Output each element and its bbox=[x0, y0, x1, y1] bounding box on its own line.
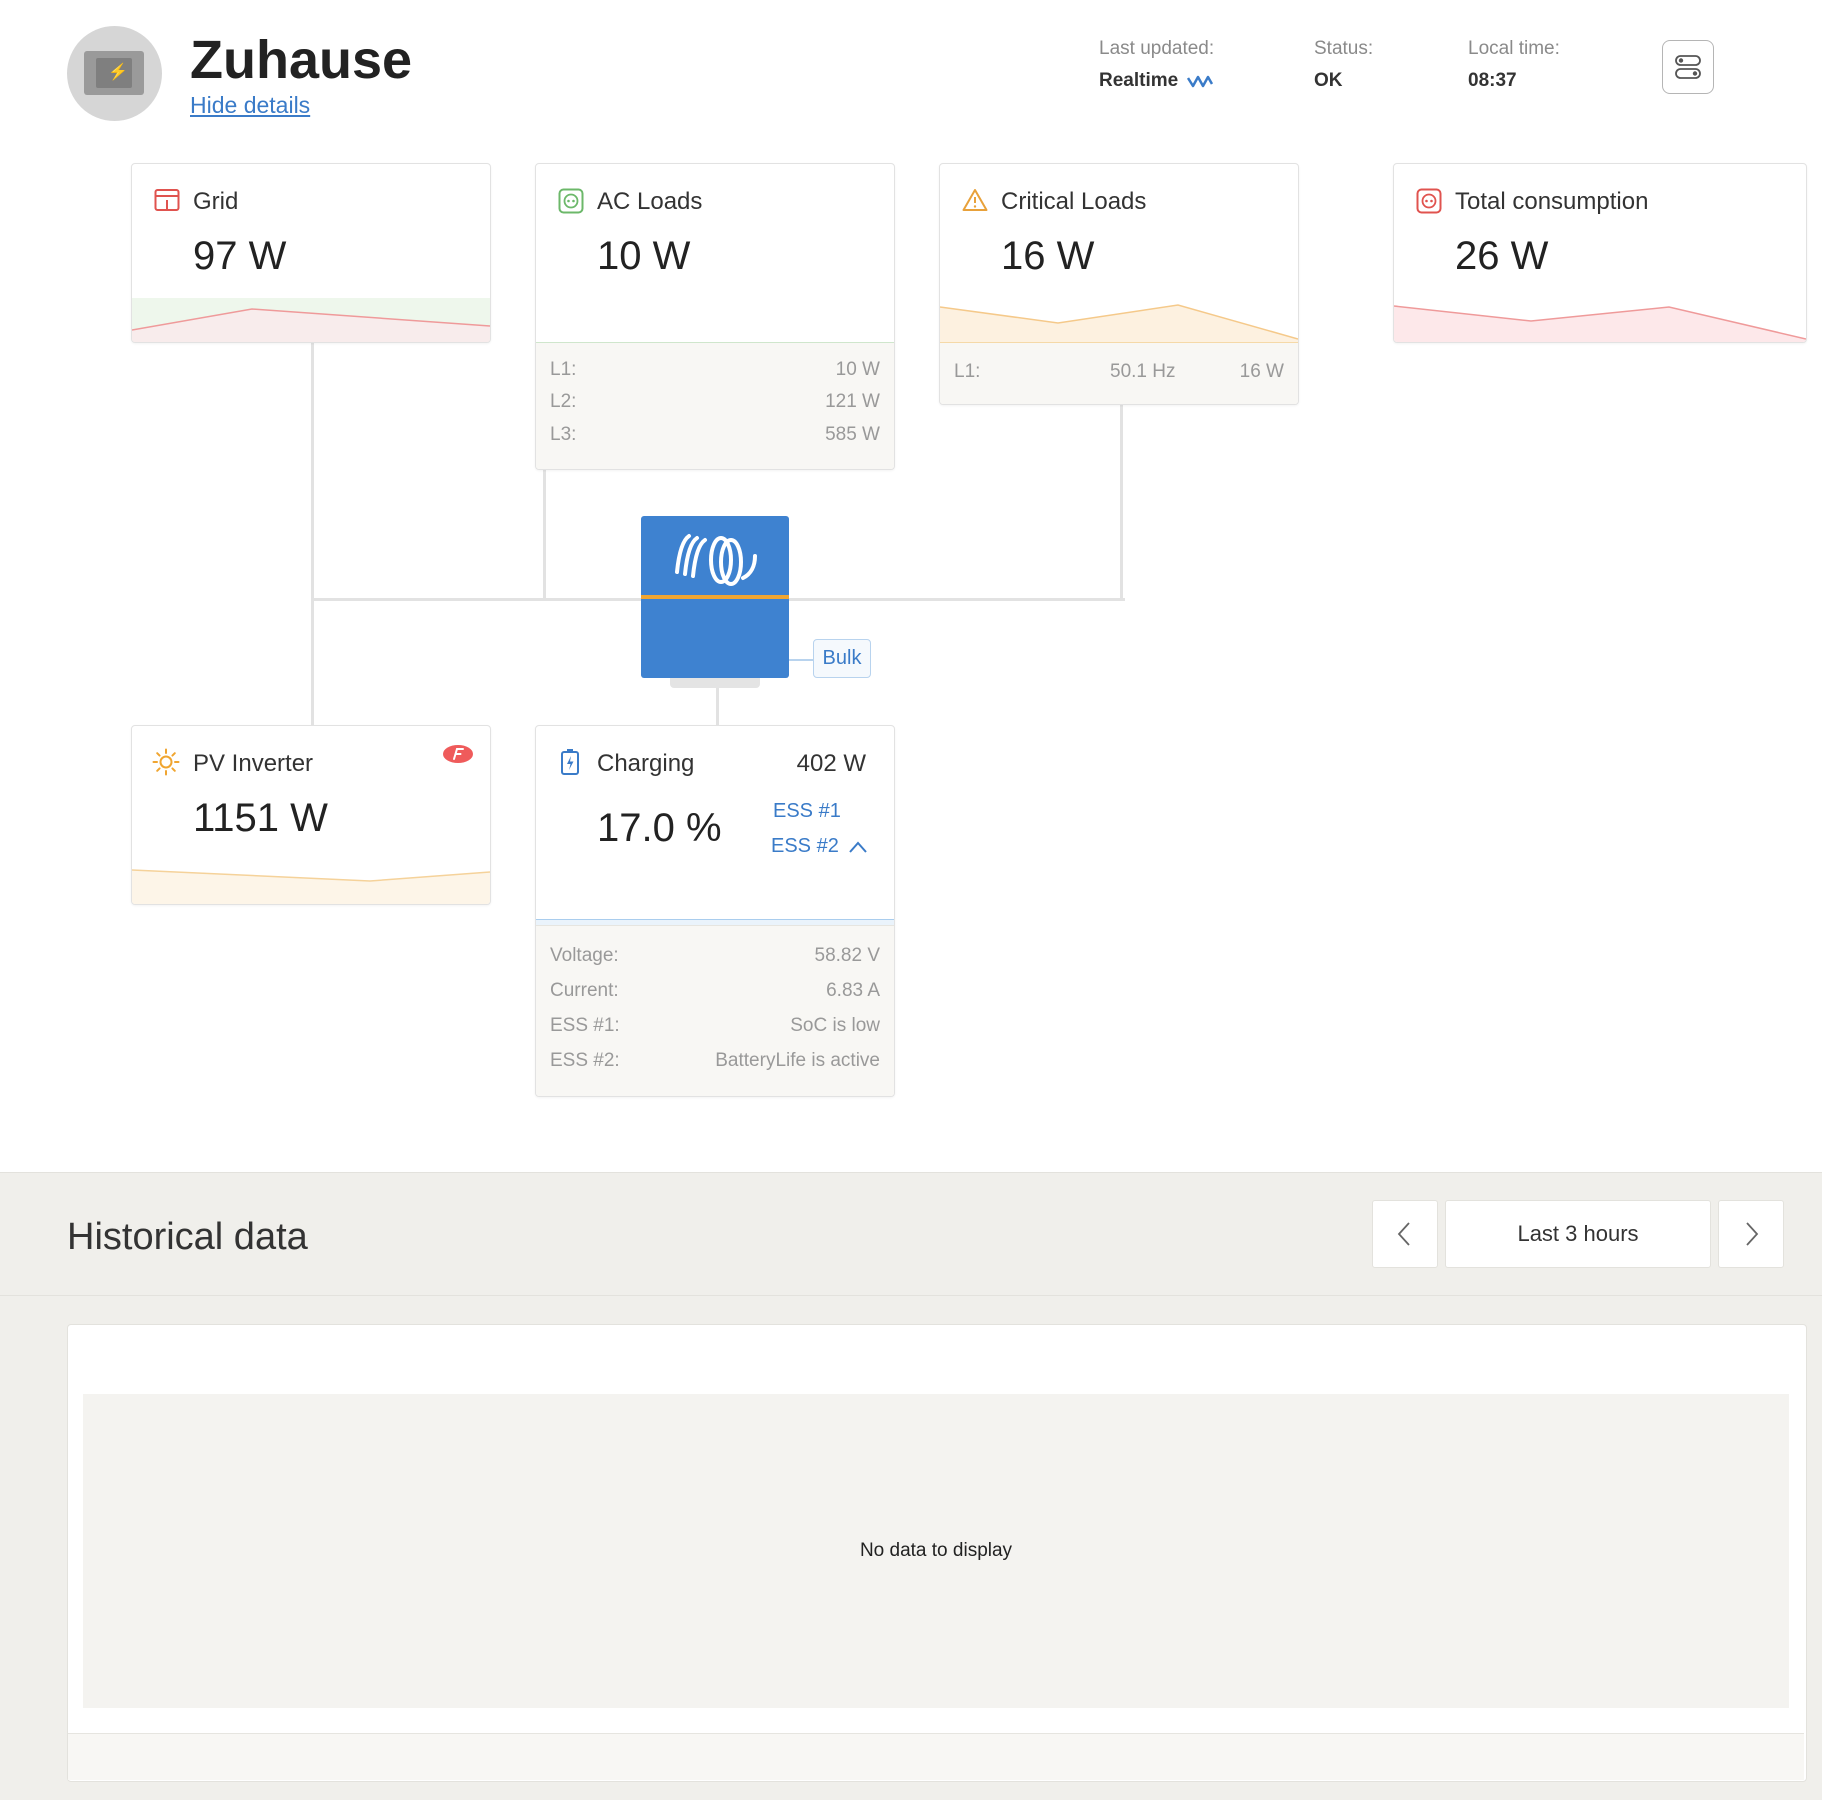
chevron-left-icon bbox=[1397, 1222, 1410, 1246]
hide-details-link[interactable]: Hide details bbox=[190, 92, 310, 119]
socket-icon bbox=[558, 188, 584, 214]
site-name: Zuhause bbox=[190, 30, 413, 90]
battery-title: Charging bbox=[597, 750, 695, 777]
ac-loads-title: AC Loads bbox=[597, 188, 703, 215]
bulk-connector bbox=[789, 659, 813, 661]
grid-title: Grid bbox=[193, 188, 239, 215]
ac-loads-value: 10 W bbox=[597, 234, 691, 278]
fronius-badge-icon bbox=[443, 745, 473, 763]
phase-row: L1: 50.1 Hz 16 W bbox=[954, 361, 1284, 382]
phase-row: L1: 10 W bbox=[550, 359, 880, 380]
time-range-selector[interactable]: Last 3 hours bbox=[1445, 1200, 1711, 1268]
ac-loads-card[interactable]: AC Loads 10 W L1: 10 W L2: 121 W L3: 585… bbox=[535, 163, 895, 470]
phase-row: L2: 121 W bbox=[550, 391, 880, 412]
total-consumption-title: Total consumption bbox=[1455, 188, 1649, 215]
settings-menu-button[interactable] bbox=[1662, 40, 1714, 94]
chevron-up-icon bbox=[849, 841, 868, 853]
plug-socket-icon bbox=[1416, 188, 1442, 214]
inverter-stripe bbox=[641, 595, 789, 599]
historical-title: Historical data bbox=[67, 1216, 308, 1258]
critical-loads-value: 16 W bbox=[1001, 234, 1095, 278]
grid-card[interactable]: Grid 97 W bbox=[131, 163, 491, 343]
ac-loads-phases: L1: 10 W L2: 121 W L3: 585 W bbox=[536, 342, 894, 469]
chevron-right-icon bbox=[1746, 1222, 1759, 1246]
critical-loads-card[interactable]: Critical Loads 16 W L1: 50.1 Hz 16 W bbox=[939, 163, 1299, 405]
ess1-link[interactable]: ESS #1 bbox=[773, 800, 841, 823]
critical-loads-phases: L1: 50.1 Hz 16 W bbox=[940, 342, 1298, 404]
battery-charging-icon bbox=[561, 749, 579, 775]
previous-range-button[interactable] bbox=[1372, 1200, 1438, 1268]
no-data-message: No data to display bbox=[859, 1540, 1013, 1561]
local-time-label: Local time: bbox=[1468, 38, 1560, 59]
last-updated-value: Realtime bbox=[1099, 70, 1214, 92]
critical-loads-title: Critical Loads bbox=[1001, 188, 1147, 215]
critical-loads-sparkline bbox=[940, 304, 1298, 342]
battery-detail-row: ESS #2: BatteryLife is active bbox=[550, 1050, 880, 1071]
battery-power: 402 W bbox=[796, 750, 866, 777]
inverter-base bbox=[670, 678, 760, 688]
bolt-icon: ⚡ bbox=[108, 64, 128, 81]
victron-logo-icon bbox=[675, 534, 757, 586]
phase-row: L3: 585 W bbox=[550, 424, 880, 445]
next-range-button[interactable] bbox=[1718, 1200, 1784, 1268]
pv-inverter-title: PV Inverter bbox=[193, 750, 314, 777]
realtime-wave-icon bbox=[1187, 75, 1214, 88]
battery-detail-row: Voltage: 58.82 V bbox=[550, 945, 880, 966]
pv-inverter-card[interactable]: PV Inverter 1151 W bbox=[131, 725, 491, 905]
historical-chart-footer bbox=[68, 1733, 1804, 1780]
pv-inverter-sparkline bbox=[132, 869, 490, 904]
battery-detail-row: Current: 6.83 A bbox=[550, 980, 880, 1001]
wire-ac-loads bbox=[543, 470, 546, 600]
battery-soc: 17.0 % bbox=[597, 806, 722, 850]
ess2-link[interactable]: ESS #2 bbox=[771, 835, 868, 858]
ess2-link-label: ESS #2 bbox=[771, 835, 839, 857]
last-updated-text: Realtime bbox=[1099, 70, 1179, 91]
grid-value: 97 W bbox=[193, 234, 287, 278]
toggles-icon bbox=[1675, 55, 1701, 79]
grid-sparkline bbox=[132, 298, 490, 342]
charge-state-badge: Bulk bbox=[813, 639, 871, 678]
status-value: OK bbox=[1314, 70, 1343, 91]
total-consumption-sparkline bbox=[1394, 305, 1806, 342]
wire-battery bbox=[716, 688, 719, 726]
wire-critical-loads bbox=[1120, 405, 1123, 600]
total-consumption-card[interactable]: Total consumption 26 W bbox=[1393, 163, 1807, 343]
wire-grid bbox=[311, 343, 314, 726]
pv-inverter-value: 1151 W bbox=[193, 796, 328, 840]
status-label: Status: bbox=[1314, 38, 1374, 59]
grid-icon bbox=[154, 189, 180, 211]
battery-card[interactable]: Charging 402 W 17.0 % ESS #1 ESS #2 Volt… bbox=[535, 725, 895, 1097]
total-consumption-value: 26 W bbox=[1455, 234, 1549, 278]
battery-detail-row: ESS #1: SoC is low bbox=[550, 1015, 880, 1036]
sun-icon bbox=[152, 748, 180, 776]
last-updated-label: Last updated: bbox=[1099, 38, 1215, 59]
local-time-value: 08:37 bbox=[1468, 70, 1517, 91]
battery-details: Voltage: 58.82 V Current: 6.83 A ESS #1:… bbox=[536, 925, 894, 1096]
warning-icon bbox=[962, 189, 988, 211]
